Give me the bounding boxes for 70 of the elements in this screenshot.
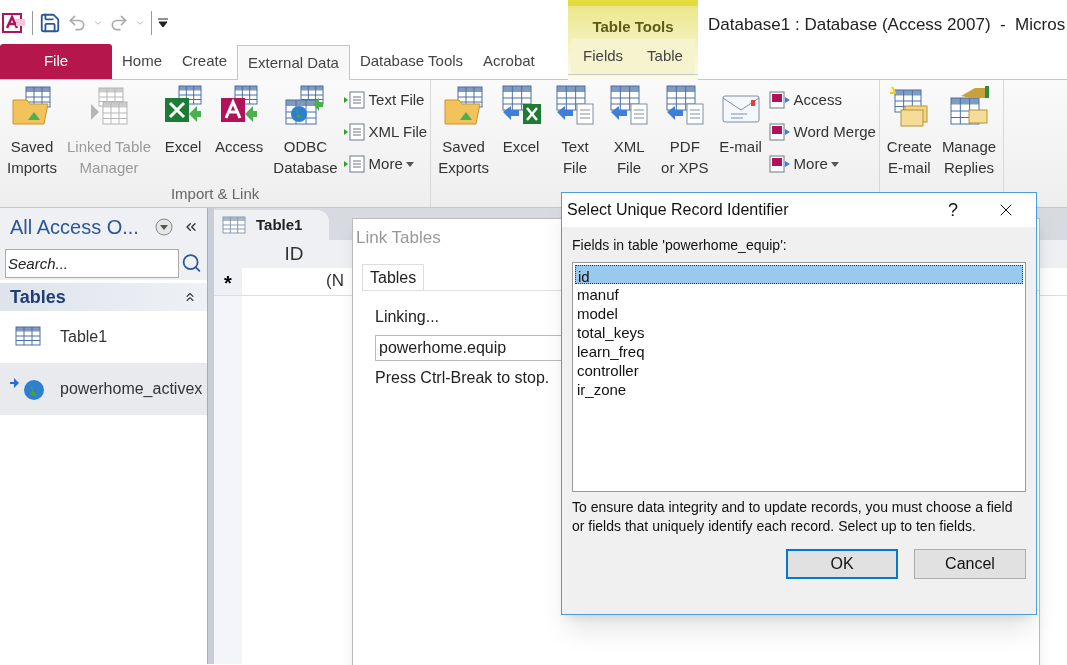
ribbon-small-button[interactable]: XML File [343,116,428,148]
folder-table-icon [441,84,486,128]
ribbon-button[interactable]: Excel [157,80,209,157]
folder-table-icon [10,84,54,128]
dialog-button[interactable]: Cancel [914,549,1026,579]
status-text: Linking... [375,307,440,327]
ribbon-tab[interactable]: Fields [571,39,636,74]
ribbon-tab[interactable]: Acrobat [473,44,545,79]
save-icon[interactable] [39,11,61,34]
hint-text: Press Ctrl-Break to stop. [375,368,550,388]
collapse-section-icon[interactable] [183,290,197,304]
ribbon-button[interactable]: Access [211,80,268,157]
document-arrow-icon [768,123,791,141]
customize-toolbar-icon[interactable] [158,17,168,28]
ribbon-button[interactable]: Excel [495,80,548,157]
column-header[interactable]: ID [242,240,346,268]
document-tab[interactable]: Table1 [214,210,329,240]
help-button[interactable]: ? [930,194,976,226]
ribbon-tab[interactable]: File [0,44,112,79]
list-label: Fields in table 'powerhome_equip': [572,236,788,255]
ribbon-tab[interactable]: External Data [237,45,350,80]
document-arrow-icon [768,155,791,173]
search-field[interactable]: Search... [5,248,179,278]
ribbon-tab[interactable]: Home [112,44,172,79]
window-title: Database1 : Database (Access 2007) - Micros [708,15,1066,34]
hand-table-envelope-icon [947,84,991,128]
ribbon-button[interactable]: Manage Replies [937,80,1001,178]
new-row-marker: * [214,268,242,295]
list-item[interactable]: id [575,265,1023,284]
document-arrow-icon [343,123,366,141]
list-item[interactable]: ir_zone [575,379,1023,398]
ribbon-tab[interactable]: Table [635,39,695,74]
list-item[interactable]: learn_freq [575,341,1023,360]
ribbon-button[interactable]: Create E-mail [882,80,936,178]
search-icon[interactable] [181,252,202,274]
caret-icon [405,161,414,167]
nav-item[interactable]: powerhome_activex [0,363,207,415]
document-arrow-icon [343,155,366,173]
ribbon-tab[interactable]: Create [172,44,238,79]
document-arrow-icon [768,91,791,109]
ribbon-tab[interactable]: Database Tools [349,44,474,79]
ribbon-button[interactable]: E-mail [714,80,767,157]
ribbon-button[interactable]: Text File [549,80,602,178]
ribbon-button[interactable]: Saved Exports [434,80,494,178]
dropdown-icon[interactable] [155,218,173,236]
list-item[interactable]: manuf [575,284,1023,303]
ribbon-group-label: Import & Link [170,184,260,204]
document-arrow-icon [343,91,366,109]
dialog-title: Link Tables [356,227,441,250]
dialog-title: Select Unique Record Identifier [567,200,790,220]
table-icon [222,216,246,234]
caret-icon [830,161,839,167]
table-cell[interactable]: (N [242,268,346,295]
ribbon-button[interactable]: Saved Imports [3,80,61,178]
ribbon-small-button[interactable]: More [343,148,428,180]
linked-globe-icon [10,378,46,400]
list-item[interactable]: controller [575,360,1023,379]
ribbon-small-button[interactable]: More [768,148,876,180]
list-item[interactable]: model [575,303,1023,322]
ribbon-small-button[interactable]: Word Merge [768,116,876,148]
ribbon-small-button[interactable]: Access [768,84,876,116]
list-item[interactable]: total_keys [575,322,1023,341]
ribbon-small-button[interactable]: Text File [343,84,428,116]
ribbon-button[interactable]: PDF or XPS [657,80,713,178]
dialog-button[interactable]: OK [786,549,898,579]
contextual-tab-group-title: Table Tools [591,17,675,37]
note-text: To ensure data integrity and to update records, you must choose a field or fields that uniquely identify each record. Select up to ten fields. [572,498,1014,536]
dialog-tab[interactable]: Tables [362,264,425,290]
ribbon-button[interactable]: XML File [603,80,656,178]
ribbon-button[interactable]: ODBC Database [269,80,342,178]
